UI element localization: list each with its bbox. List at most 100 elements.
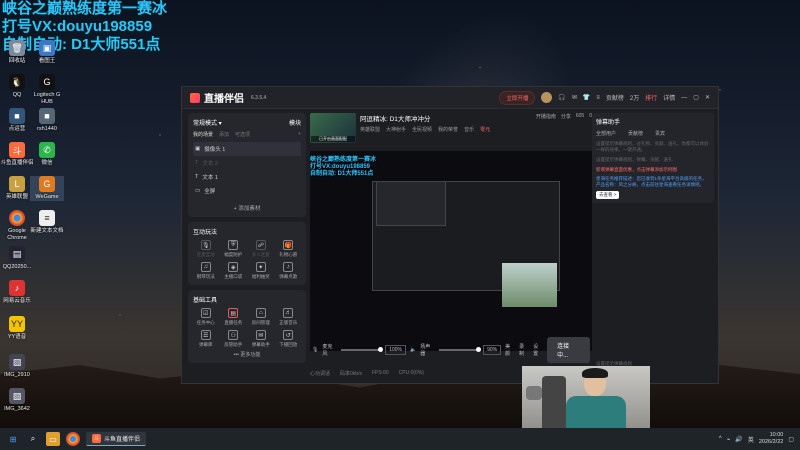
desktop-icon-label: QQ20250... bbox=[2, 264, 32, 270]
sub-tab-vip[interactable]: 贵宾 bbox=[655, 130, 665, 137]
desktop-icon-img-3642[interactable]: ▧ IMG_3642 bbox=[0, 388, 34, 413]
desktop-icon-text-file[interactable]: ≡ 新建文本文档 bbox=[30, 210, 64, 235]
desktop-icon-logitech[interactable]: G Logitech G HUB bbox=[30, 74, 64, 106]
add-scene-icon[interactable]: + bbox=[298, 131, 301, 138]
mic-icon[interactable]: 🎙 bbox=[312, 347, 318, 353]
desktop-icon-qq[interactable]: 🐧 QQ bbox=[0, 74, 34, 99]
windows-start-icon[interactable]: ⊞ bbox=[6, 432, 20, 446]
speaker-icon[interactable]: 🔈 bbox=[410, 347, 416, 353]
module-link[interactable]: 模块 bbox=[289, 118, 301, 127]
desktop-icon-yy[interactable]: YY YY语音 bbox=[0, 316, 34, 341]
tool-lottery[interactable]: ✦ 福利抽奖 bbox=[248, 262, 274, 280]
tool-music[interactable]: ♬ 正版音乐 bbox=[276, 308, 302, 326]
chevron-up-icon[interactable]: ^ bbox=[719, 436, 722, 442]
shirt-icon[interactable]: 👕 bbox=[583, 94, 590, 101]
tool-task-center[interactable]: ☑ 任务中心 bbox=[193, 308, 219, 326]
tool-multi-mic[interactable]: ☍ 多人连麦 bbox=[248, 240, 274, 258]
close-icon[interactable]: ✕ bbox=[705, 94, 710, 101]
rank-tab[interactable]: 贡献榜 bbox=[606, 93, 624, 102]
tab-options[interactable]: 可选项 bbox=[235, 131, 250, 138]
tool-gift-wish[interactable]: 🎁 礼物心愿 bbox=[276, 240, 302, 258]
room-video[interactable]: 全民视频 bbox=[412, 126, 432, 133]
share-link[interactable]: 分享 bbox=[561, 113, 571, 120]
beauty-button[interactable]: 美颜 bbox=[505, 343, 515, 357]
room-info: 已开启画面配配 阿逗精冰: D1大师冲冲分 英雄联盟 大神射手 全民视频 我的荣… bbox=[310, 109, 592, 147]
room-title[interactable]: 阿逗精冰: D1大师冲冲分 bbox=[360, 113, 532, 123]
tool-piano[interactable]: ♫ 钢琴玩法 bbox=[193, 262, 219, 280]
notification-icon[interactable]: ▢ bbox=[788, 436, 794, 443]
record-button[interactable]: 录制 bbox=[519, 343, 529, 357]
desktop-icon-image-viewer[interactable]: ▣ 看图王 bbox=[30, 40, 64, 65]
clock[interactable]: 10:00 2026/2/22 bbox=[759, 432, 783, 446]
room-subcategory[interactable]: 大神射手 bbox=[386, 126, 406, 133]
minimize-icon[interactable]: — bbox=[681, 95, 687, 101]
room-music[interactable]: 音乐 bbox=[464, 126, 474, 133]
tool-protect[interactable]: ⛨ 幅度防护 bbox=[221, 240, 247, 258]
tool-admin-helper[interactable]: ⚇ 房管助手 bbox=[221, 330, 247, 348]
desktop-icon-douyu[interactable]: 斗 斗鱼直播伴侣 bbox=[0, 142, 34, 167]
tab-add[interactable]: 添加 bbox=[219, 131, 229, 138]
promo-text[interactable]: 新增弹幕直面优惠，点击弹幕添加示例图 bbox=[596, 167, 710, 173]
view-task-button[interactable]: 去查看 > bbox=[596, 191, 620, 199]
file-explorer-icon[interactable]: ▭ bbox=[46, 432, 60, 446]
room-honor[interactable]: 我的荣誉 bbox=[438, 126, 458, 133]
avatar[interactable] bbox=[541, 92, 553, 103]
room-category[interactable]: 英雄联盟 bbox=[360, 126, 380, 133]
desktop-icon-qq-file[interactable]: ▤ QQ20250... bbox=[0, 246, 34, 271]
tool-song-request[interactable]: ♪ 弹幕点歌 bbox=[276, 262, 302, 280]
settings-button[interactable]: 设置 bbox=[533, 343, 543, 357]
desktop-icon-recycle-bin[interactable]: 🗑 回收站 bbox=[0, 40, 34, 65]
speaker-slider[interactable] bbox=[439, 347, 481, 352]
desktop-icon-app-2[interactable]: ■ rsh1440 bbox=[30, 108, 64, 133]
rank-label[interactable]: 排行 bbox=[645, 93, 657, 102]
desktop-icon-img-2910[interactable]: ▧ IMG_2910 bbox=[0, 354, 34, 379]
sub-tab-all[interactable]: 全部用户 bbox=[596, 130, 616, 137]
desktop-icon-netease-music[interactable]: ♪ 网易云音乐 bbox=[0, 280, 34, 305]
more-features-button[interactable]: ••• 更多功能 bbox=[193, 351, 301, 358]
menu-icon[interactable]: ≡ bbox=[596, 95, 600, 101]
live-guide-link[interactable]: 开播指南 bbox=[536, 113, 556, 120]
chrome-icon[interactable] bbox=[66, 432, 80, 446]
network-icon[interactable]: ⌁ bbox=[727, 436, 731, 443]
start-live-button[interactable]: 立即开播 bbox=[499, 90, 536, 105]
input-language[interactable]: 英 bbox=[748, 435, 754, 444]
music-icon: ♪ bbox=[283, 262, 294, 272]
room-icon: ⌂ bbox=[255, 308, 266, 318]
taskbar-app-douyu[interactable]: 斗 斗鱼直播伴侣 bbox=[86, 432, 147, 446]
mic-slider[interactable] bbox=[341, 347, 384, 352]
desktop-icon-lol[interactable]: L 英雄联盟 bbox=[0, 176, 34, 201]
source-item-fullscreen[interactable]: ▭ 全屏 bbox=[193, 184, 301, 198]
tool-danmaku-helper[interactable]: ✉ 弹幕助手 bbox=[248, 330, 274, 348]
volume-icon[interactable]: 🔊 bbox=[735, 436, 742, 443]
connect-button[interactable]: 连接中... bbox=[547, 337, 590, 363]
maximize-icon[interactable]: ▢ bbox=[693, 94, 699, 101]
add-source-button[interactable]: + 添加素材 bbox=[193, 204, 301, 212]
mode-dropdown[interactable]: 常规模式 ▾ bbox=[193, 118, 222, 127]
source-item-camera[interactable]: ▣ 摄像头 1 bbox=[193, 142, 301, 156]
headset-icon[interactable]: 🎧 bbox=[558, 94, 565, 101]
tool-mic-link[interactable]: 🎙 连麦互动 bbox=[193, 240, 219, 258]
tool-live-task[interactable]: ▤ 直播任务 bbox=[221, 308, 247, 326]
search-icon[interactable]: ⌕ bbox=[26, 432, 40, 446]
desktop-icon-wechat[interactable]: ✆ 微信 bbox=[30, 142, 64, 167]
stream-preview[interactable]: 峡谷之巅熟练度第一赛冰 打号VX:douyu198859 自制自动: D1大师5… bbox=[310, 151, 592, 351]
mail-icon[interactable]: ✉ bbox=[572, 94, 577, 101]
desktop-icon-label: Google Chrome bbox=[7, 228, 27, 241]
room-thumbnail[interactable]: 已开启画面配配 bbox=[310, 113, 356, 143]
details-link[interactable]: 详情 bbox=[663, 93, 675, 102]
wechat-icon: ✆ bbox=[39, 142, 55, 158]
tool-replay[interactable]: ↺ 下播回放 bbox=[276, 330, 302, 348]
tab-my-scenes[interactable]: 我的场景 bbox=[193, 131, 213, 138]
desktop-icon-chrome[interactable]: Google Chrome bbox=[0, 210, 34, 242]
danmaku-icon: ☰ bbox=[200, 330, 211, 340]
source-item-text-2[interactable]: T 文本 2 bbox=[193, 156, 301, 170]
sub-tab-rank[interactable]: 贡献榜 bbox=[628, 130, 643, 137]
desktop-icon-wegame[interactable]: G WeGame bbox=[30, 176, 64, 201]
tool-room-manage[interactable]: ⌂ 房间管理 bbox=[248, 308, 274, 326]
desktop-icon-app-1[interactable]: ■ 点运营 bbox=[0, 108, 34, 133]
source-name: 全屏 bbox=[204, 189, 216, 195]
tool-pocket[interactable]: ◈ 主播口袋 bbox=[221, 262, 247, 280]
source-item-text-1[interactable]: T 文本 1 bbox=[193, 170, 301, 184]
basic-tools-panel: 基础工具 ☑ 任务中心 ▤ 直播任务 ⌂ 房间管理 ♬ 正版音乐 ☰ 弹幕库 ⚇ 房管助手 … bbox=[188, 290, 306, 363]
tool-danmaku-lib[interactable]: ☰ 弹幕库 bbox=[193, 330, 219, 348]
